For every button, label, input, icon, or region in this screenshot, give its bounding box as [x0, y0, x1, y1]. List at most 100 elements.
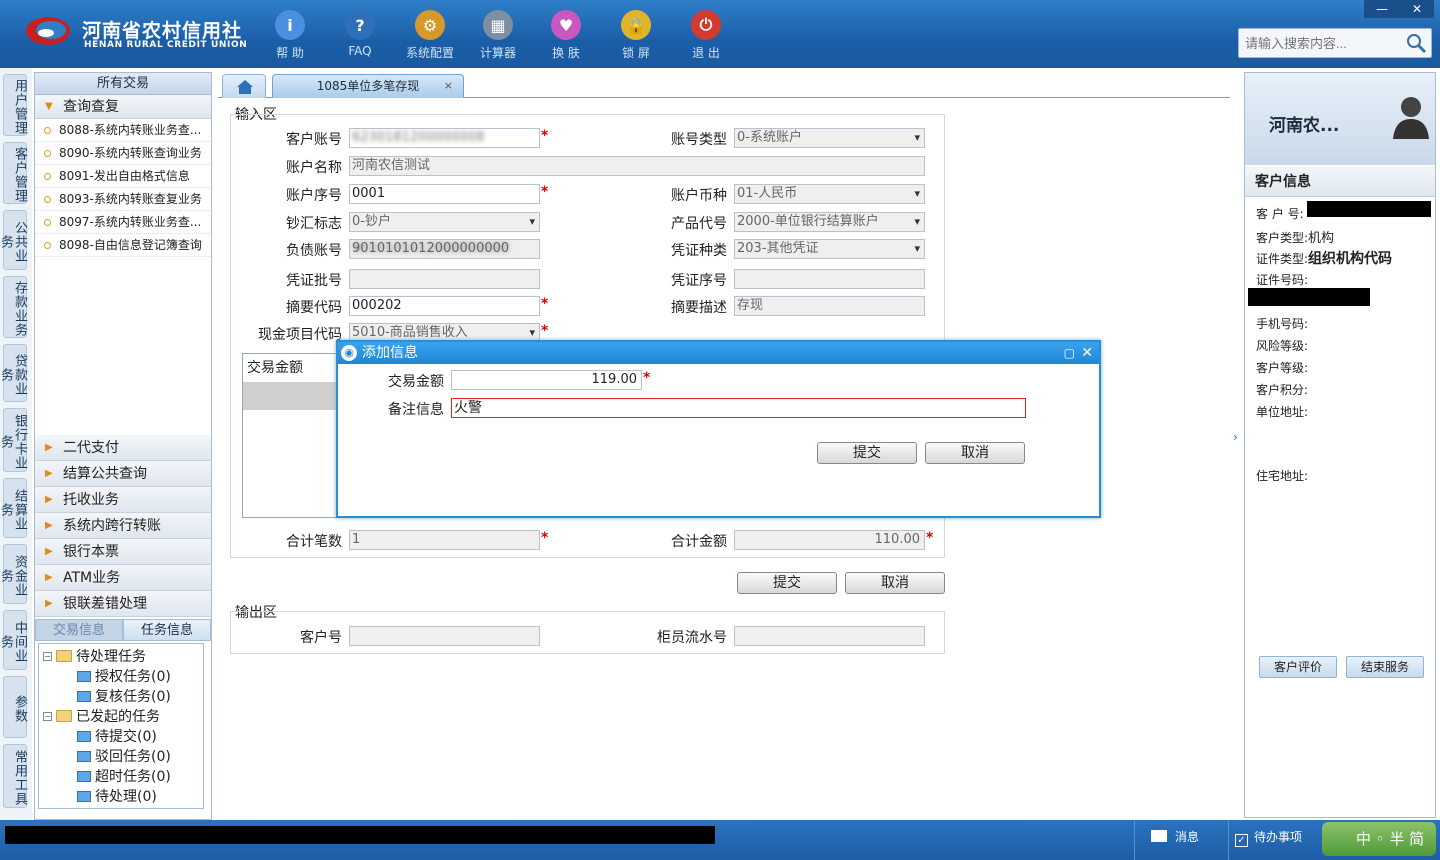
collapse-panel-icon[interactable]: › [1233, 430, 1238, 444]
module-tab-9[interactable]: 参数 [3, 676, 27, 738]
required-mark: * [643, 370, 651, 386]
collapse-toggle-icon[interactable]: − [43, 651, 52, 661]
menu-item[interactable]: 8097-系统内转账业务查... [35, 211, 211, 234]
menu-item[interactable]: 8093-系统内转账查复业务 [35, 188, 211, 211]
tree-node[interactable]: 待提交(0) [77, 726, 157, 746]
tree-node[interactable]: 待处理(0) [77, 786, 157, 806]
liability-account-label: 负债账号 [286, 243, 342, 259]
toolbar-power-button[interactable]: ⏻ 退 出 [674, 8, 738, 64]
voucher-seq-field[interactable] [734, 269, 925, 289]
end-service-button[interactable]: 结束服务 [1346, 656, 1424, 678]
tree-node[interactable]: 授权任务(0) [77, 666, 171, 686]
tree-node[interactable]: 复核任务(0) [77, 686, 171, 706]
currency-select[interactable]: 01-人民币 [734, 184, 925, 204]
voucher-type-select[interactable]: 203-其他凭证 [734, 239, 925, 259]
tree-node[interactable]: 驳回任务(0) [77, 746, 171, 766]
tab-task-info[interactable]: 任务信息 [123, 619, 211, 641]
module-tab-5[interactable]: 银行卡业务 [0, 408, 27, 472]
toolbar-info-button[interactable]: i 帮 助 [258, 8, 322, 64]
module-tab-0[interactable]: 用户管理 [3, 74, 27, 136]
minimize-icon[interactable]: — [1376, 2, 1388, 16]
voucher-batch-field[interactable] [349, 269, 540, 289]
total-count-field[interactable]: 1 [349, 530, 540, 550]
module-tab-1[interactable]: 客户管理 [3, 142, 27, 204]
menu-group[interactable]: ▶ 二代支付 [35, 435, 211, 461]
tree-node[interactable]: 超时任务(0) [77, 766, 171, 786]
module-tab-6[interactable]: 结算业务 [0, 478, 27, 538]
tab-close-icon[interactable]: × [444, 75, 453, 97]
menu-group[interactable]: ▶ 银联差错处理 [35, 591, 211, 617]
customer-rating-button[interactable]: 客户评价 [1259, 656, 1337, 678]
tab-transaction-info[interactable]: 交易信息 [35, 619, 123, 641]
power-icon: ⏻ [691, 10, 721, 40]
out-customer-field[interactable] [349, 626, 540, 646]
account-seq-field[interactable]: 0001 [349, 184, 540, 204]
menu-header[interactable]: 所有交易 [35, 73, 211, 95]
menu-item[interactable]: 8090-系统内转账查询业务 [35, 142, 211, 165]
module-tab-4[interactable]: 贷款业务 [0, 344, 27, 402]
cash-flag-label: 钞汇标志 [286, 216, 342, 232]
dialog-close-icon[interactable]: ✕ [1081, 342, 1093, 364]
summary-code-field[interactable]: 000202 [349, 296, 540, 316]
tree-label: 待提交(0) [95, 729, 157, 745]
toolbar-lock-button[interactable]: 🔒 锁 屏 [604, 8, 668, 64]
dialog-cancel-button[interactable]: 取消 [925, 442, 1025, 464]
search-icon[interactable] [1404, 31, 1428, 55]
account-name-field[interactable]: 河南农信测试 [349, 156, 925, 176]
module-tab-3[interactable]: 存款业务 [3, 276, 27, 338]
liability-account-field[interactable]: 9010101012000000000 [349, 239, 540, 259]
folder-icon [56, 650, 72, 662]
menu-item[interactable]: 8098-自由信息登记簿查询 [35, 234, 211, 257]
customer-account-field[interactable]: 6230181200000008 [349, 128, 540, 148]
submit-button[interactable]: 提交 [737, 572, 837, 594]
collapsed-arrow-icon: ▶ [45, 468, 53, 479]
folder-icon [56, 710, 72, 722]
task-icon [77, 750, 91, 762]
tab-deposit[interactable]: 1085单位多笔存现 × [272, 74, 464, 98]
menu-group[interactable]: ▶ 银行本票 [35, 539, 211, 565]
cash-flag-select[interactable]: 0-钞户 [349, 212, 540, 232]
bullet-icon [44, 173, 51, 180]
summary-code-label: 摘要代码 [286, 300, 342, 316]
menu-group[interactable]: ▶ 结算公共查询 [35, 461, 211, 487]
dialog-submit-button[interactable]: 提交 [817, 442, 917, 464]
menu-group[interactable]: ▶ 托收业务 [35, 487, 211, 513]
total-amount-field[interactable]: 110.00 [734, 530, 925, 550]
dialog-remark-field[interactable]: 火警 [451, 398, 1026, 418]
bullet-icon [44, 219, 51, 226]
tree-folder[interactable]: − 待处理任务 [43, 646, 146, 666]
menu-item[interactable]: 8091-发出自由格式信息 [35, 165, 211, 188]
tab-home[interactable] [222, 74, 266, 98]
menu-group[interactable]: ▶ 系统内跨行转账 [35, 513, 211, 539]
menu-item[interactable]: 8088-系统内转账业务查... [35, 119, 211, 142]
cancel-button[interactable]: 取消 [845, 572, 945, 594]
menu-group-open[interactable]: ▼ 查询查复 [35, 95, 211, 119]
summary-desc-field[interactable]: 存现 [734, 296, 925, 316]
account-type-label: 账号类型 [671, 132, 727, 148]
messages-button[interactable]: 消息 [1134, 820, 1228, 860]
account-type-select[interactable]: 0-系统账户 [734, 128, 925, 148]
maximize-icon[interactable]: ▢ [1064, 342, 1075, 364]
module-tab-2[interactable]: 公共业务 [0, 210, 27, 270]
collapse-toggle-icon[interactable]: − [43, 711, 52, 721]
dialog-amount-field[interactable]: 119.00 [451, 370, 642, 390]
menu-group[interactable]: ▶ ATM业务 [35, 565, 211, 591]
close-icon[interactable]: ✕ [1412, 2, 1422, 16]
toolbar-calculator-button[interactable]: ▦ 计算器 [466, 8, 530, 64]
module-tab-7[interactable]: 资金业务 [0, 544, 27, 604]
ime-indicator[interactable]: 中 ◦ 半 简 [1322, 822, 1436, 856]
todo-button[interactable]: ✓ 待办事项 [1228, 820, 1320, 860]
toolbar-toolbox-button[interactable]: ⚙ 系统配置 [398, 8, 462, 64]
grid-selected-row[interactable] [243, 382, 341, 410]
module-tab-10[interactable]: 常用工具 [3, 744, 27, 808]
search-input[interactable] [1238, 28, 1432, 58]
teller-serial-field[interactable] [734, 626, 925, 646]
product-code-select[interactable]: 2000-单位银行结算账户 [734, 212, 925, 232]
tab-bar: 1085单位多笔存现 × [218, 72, 1230, 98]
module-tab-8[interactable]: 中间业务 [0, 610, 27, 670]
tree-folder[interactable]: − 已发起的任务 [43, 706, 160, 726]
lock-icon: 🔒 [621, 10, 651, 40]
toolbar-shirt-button[interactable]: ♥ 换 肤 [534, 8, 598, 64]
toolbar-question-button[interactable]: ? FAQ [328, 8, 392, 64]
bullet-icon [44, 196, 51, 203]
